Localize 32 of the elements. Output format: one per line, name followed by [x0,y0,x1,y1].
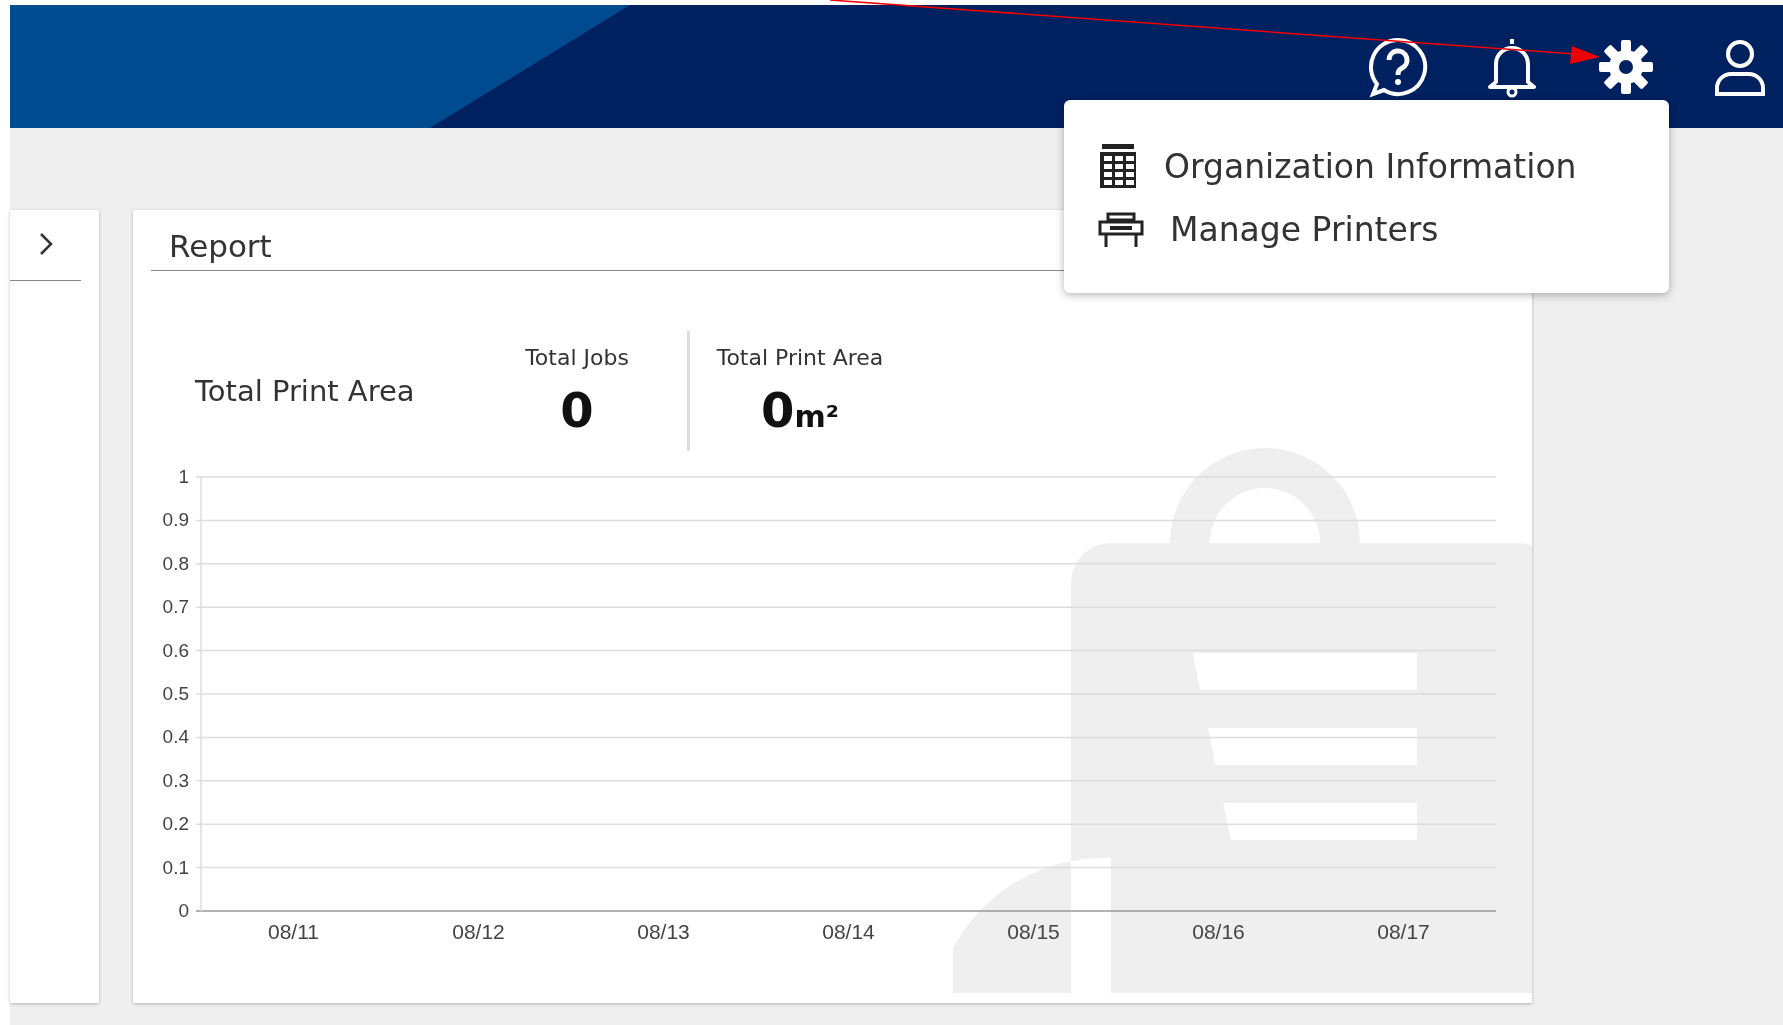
user-icon [1714,37,1766,96]
stat-label: Total Print Area [716,344,884,370]
summary-label: Total Print Area [194,374,416,408]
x-tick-label: 08/13 [637,920,690,943]
y-tick-label: 0.1 [162,856,189,878]
y-tick-label: 0.5 [162,683,189,704]
y-tick-label: 0.3 [162,769,189,791]
x-tick-label: 08/14 [822,920,875,943]
menu-item[interactable]: Organization Information [1064,144,1669,188]
x-tick-label: 08/15 [1007,920,1060,943]
x-tick-label: 08/11 [268,920,319,943]
x-tick-label: 08/16 [1192,920,1245,943]
y-tick-label: 0.2 [162,813,189,835]
printer-icon [1098,211,1144,248]
y-tick-label: 0.8 [162,552,189,574]
y-tick-label: 0.4 [162,726,189,748]
stat-label: Total Jobs [525,344,629,370]
building-icon [1098,144,1138,188]
x-tick-label: 08/12 [452,920,505,943]
x-tick-label: 08/17 [1377,920,1430,943]
y-tick-label: 0 [178,900,189,921]
stat-value: 0m² [761,381,839,438]
y-tick-label: 0.9 [162,509,189,531]
menu-item-label: Organization Information [1164,146,1577,186]
y-tick-label: 0.6 [162,639,189,661]
y-tick-label: 0.7 [162,596,189,618]
help-icon [1367,35,1429,98]
chevron-icon [38,231,53,256]
settings-icon [1597,37,1655,96]
y-tick-label: 1 [178,466,189,487]
help-button[interactable] [1367,35,1429,98]
stat-value: 0 [560,381,594,438]
